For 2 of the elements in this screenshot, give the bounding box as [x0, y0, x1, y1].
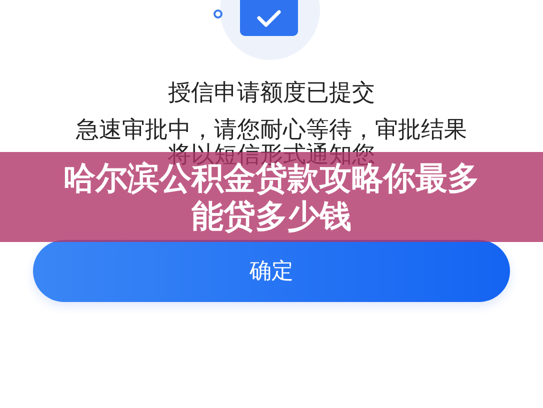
status-title: 授信申请额度已提交	[168, 80, 375, 106]
confirm-button[interactable]: 确定	[33, 240, 510, 302]
